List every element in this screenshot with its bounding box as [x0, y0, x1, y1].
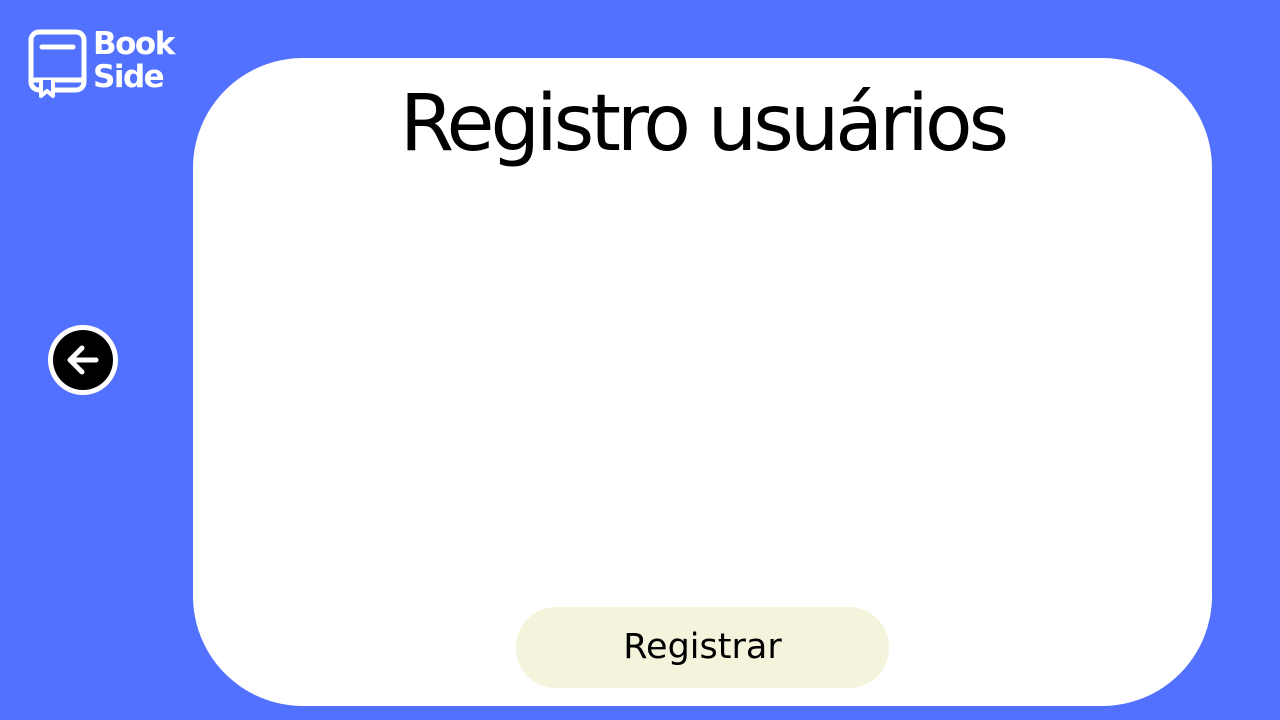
logo-text-line2: Side	[93, 59, 165, 95]
logo-text-line1: Book	[93, 26, 175, 62]
arrow-left-icon	[67, 345, 99, 375]
back-button[interactable]	[48, 325, 118, 395]
book-icon	[28, 29, 87, 98]
logo-wordmark: Book Side	[93, 26, 175, 95]
page-title: Registro usuários	[399, 79, 1009, 169]
register-button[interactable]: Registrar	[516, 607, 889, 688]
registration-card: Registro usuários Registrar	[193, 58, 1212, 706]
back-button-circle	[53, 330, 113, 390]
app-logo: Book Side	[27, 28, 187, 100]
